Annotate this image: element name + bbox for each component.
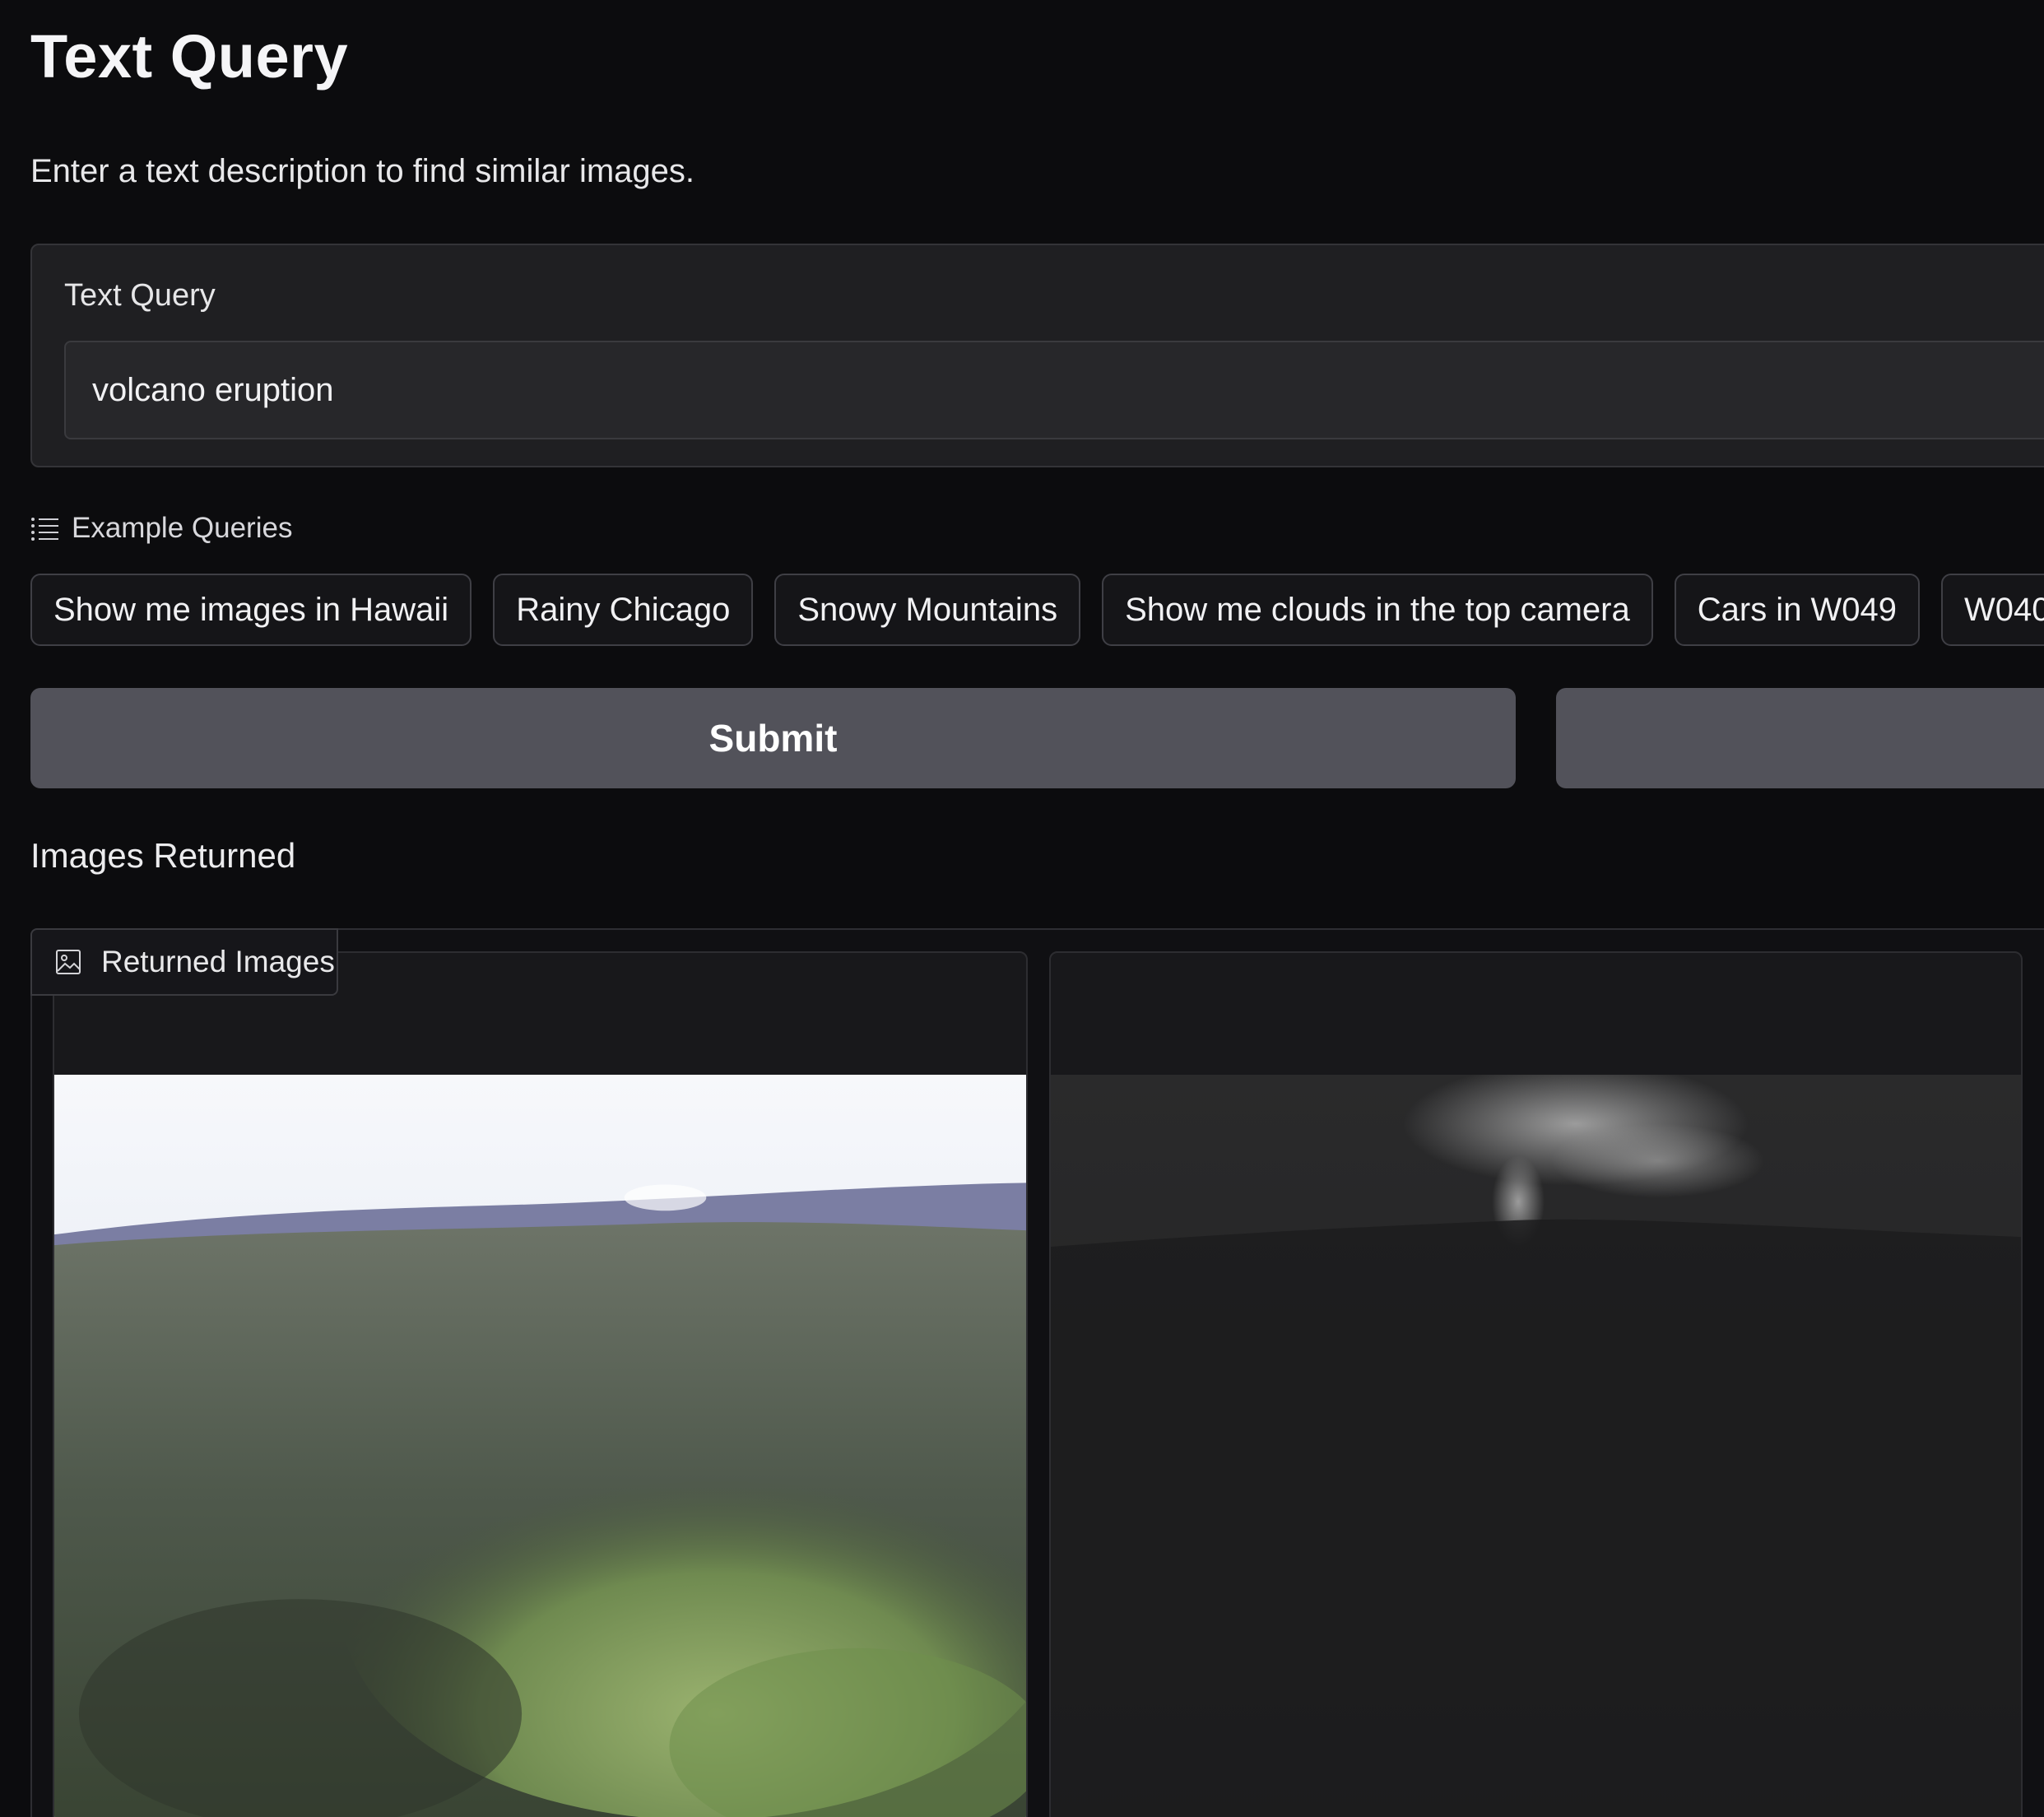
text-query-panel: Text Query [30,244,2044,467]
returned-image-card-2[interactable] [1049,951,2023,1817]
text-query-input[interactable] [64,341,2044,439]
example-query-rainy-chicago[interactable]: Rainy Chicago [493,574,754,646]
returned-image-card-1[interactable] [53,951,1028,1817]
submit-button[interactable]: Submit [30,688,1516,788]
returned-image-1 [54,1075,1026,1817]
returned-images-label: Returned Images [30,928,338,996]
example-query-w040[interactable]: W040 [1941,574,2044,646]
photo-icon [54,1075,1026,1817]
images-returned-title: Images Returned [30,836,296,875]
example-query-show-me-images-in-hawaii[interactable]: Show me images in Hawaii [30,574,472,646]
example-queries-label: Example Queries [72,512,293,544]
page-title: Text Query [30,22,349,91]
list-icon [31,518,58,541]
returned-image-2 [1051,1075,2021,1817]
image-icon [56,950,81,974]
text-query-page: Text Query Enter a text description to f… [0,0,2044,1817]
page-description: Enter a text description to find similar… [30,153,695,189]
example-query-snowy-mountains[interactable]: Snowy Mountains [774,574,1081,646]
example-queries-list: Show me images in Hawaii Rainy Chicago S… [30,574,2044,646]
returned-images-label-text: Returned Images [101,945,335,978]
text-query-label: Text Query [64,278,216,313]
example-query-cars-in-w049[interactable]: Cars in W049 [1674,574,1921,646]
example-query-clouds-top-camera[interactable]: Show me clouds in the top camera [1102,574,1653,646]
photo-icon [1051,1075,2021,1817]
secondary-action-button[interactable] [1556,688,2044,788]
example-queries-header: Example Queries [30,512,292,545]
